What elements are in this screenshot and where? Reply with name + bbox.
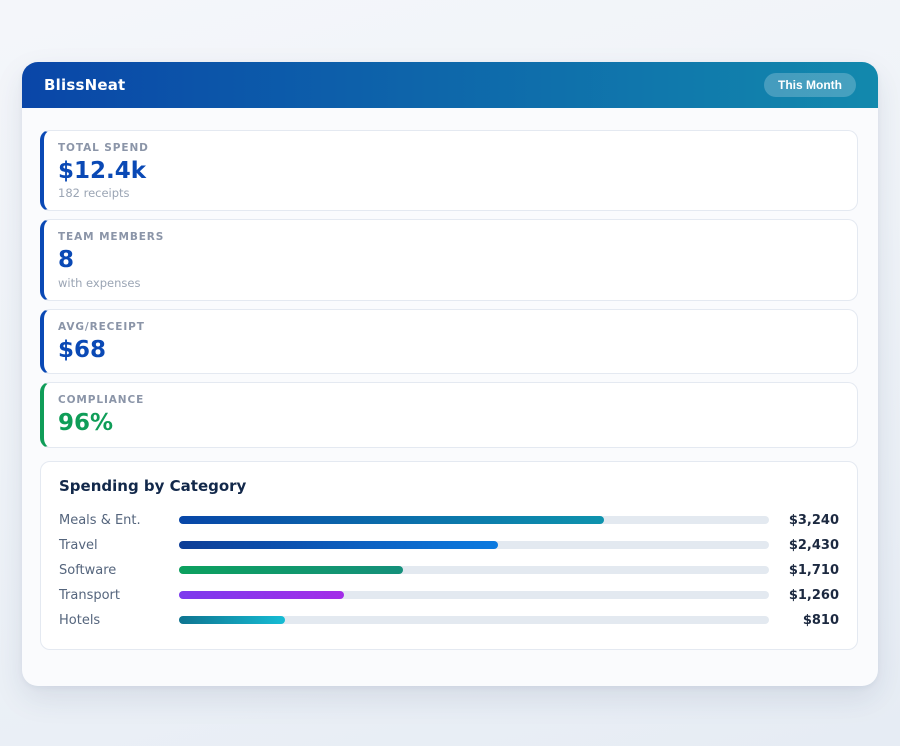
category-label: Travel [59, 538, 179, 553]
chart-row-software: Software $1,710 [59, 558, 839, 583]
bar-fill-hotels [179, 616, 285, 624]
category-label: Meals & Ent. [59, 513, 179, 528]
bar-fill-software [179, 566, 403, 574]
stat-label: TEAM MEMBERS [58, 231, 841, 243]
category-label: Hotels [59, 613, 179, 628]
spending-by-category-chart: Spending by Category Meals & Ent. $3,240… [40, 461, 858, 650]
bar-track [179, 591, 769, 599]
stat-value: 8 [58, 247, 841, 273]
stat-value: $12.4k [58, 158, 841, 184]
stat-label: TOTAL SPEND [58, 142, 841, 154]
stat-subtext: 182 receipts [58, 186, 841, 200]
chart-row-meals: Meals & Ent. $3,240 [59, 508, 839, 533]
category-value: $3,240 [769, 513, 839, 528]
stat-value: 96% [58, 410, 841, 436]
category-label: Software [59, 563, 179, 578]
bar-track [179, 541, 769, 549]
category-value: $1,260 [769, 588, 839, 603]
stat-label: COMPLIANCE [58, 394, 841, 406]
chart-row-travel: Travel $2,430 [59, 533, 839, 558]
stat-card-compliance: COMPLIANCE 96% [40, 382, 858, 447]
dashboard-body: TOTAL SPEND $12.4k 182 receipts TEAM MEM… [22, 108, 878, 670]
stat-value: $68 [58, 337, 841, 363]
app-header: BlissNeat This Month [22, 62, 878, 108]
category-value: $2,430 [769, 538, 839, 553]
stat-subtext: with expenses [58, 276, 841, 290]
bar-fill-transport [179, 591, 344, 599]
chart-row-transport: Transport $1,260 [59, 583, 839, 608]
bar-fill-meals [179, 516, 604, 524]
stat-label: AVG/RECEIPT [58, 321, 841, 333]
chart-row-hotels: Hotels $810 [59, 608, 839, 633]
stat-card-team-members: TEAM MEMBERS 8 with expenses [40, 219, 858, 300]
stat-card-total-spend: TOTAL SPEND $12.4k 182 receipts [40, 130, 858, 211]
period-filter-badge[interactable]: This Month [764, 73, 856, 97]
bar-track [179, 616, 769, 624]
bar-track [179, 566, 769, 574]
dashboard-panel: BlissNeat This Month TOTAL SPEND $12.4k … [22, 62, 878, 686]
app-title: BlissNeat [44, 76, 125, 94]
category-value: $1,710 [769, 563, 839, 578]
bar-track [179, 516, 769, 524]
category-value: $810 [769, 613, 839, 628]
category-label: Transport [59, 588, 179, 603]
bar-fill-travel [179, 541, 498, 549]
chart-title: Spending by Category [59, 477, 839, 495]
stat-card-avg-receipt: AVG/RECEIPT $68 [40, 309, 858, 374]
